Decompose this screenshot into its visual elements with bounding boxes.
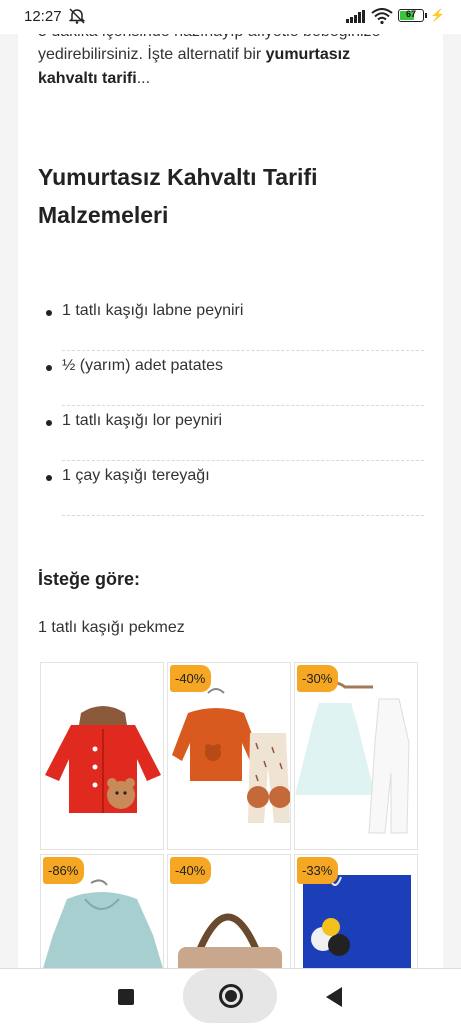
status-bar: 12:27 67 ⚡ [0,0,461,34]
list-item: 1 tatlı kaşığı lor peyniri [46,406,424,461]
ad-product-tile[interactable]: -30% [294,662,418,850]
intro-line: kahvaltı tarifi... [38,70,151,87]
battery-icon: 67 [398,9,424,22]
ingredient-list: 1 tatlı kaşığı labne peyniri ½ (yarım) a… [38,296,424,516]
discount-badge: -40% [170,665,212,692]
ad-product-tile[interactable] [40,662,164,850]
intro-bold-link: kahvaltı tarifi [38,70,137,87]
back-icon[interactable] [326,987,342,1007]
system-nav-bar [0,968,461,1025]
intro-line: yedirebilirsiniz. İşte alternatif bir yu… [38,46,351,63]
status-time: 12:27 [24,8,62,25]
discount-badge: -86% [43,857,85,884]
ad-product-tile[interactable]: -40% [167,662,291,850]
ad-product-tile[interactable]: -86% [40,854,164,972]
optional-item: 1 tatlı kaşığı pekmez [38,619,185,636]
mute-icon [68,8,86,29]
recent-apps-icon[interactable] [118,989,134,1005]
battery-level: 67 [405,9,416,19]
discount-badge: -40% [170,857,212,884]
red-coat-image [45,706,161,813]
charging-icon: ⚡ [430,8,445,22]
section-heading: Yumurtasız Kahvaltı Tarifi Malzemeleri [38,164,318,228]
discount-badge: -30% [297,665,339,692]
ad-product-tile[interactable]: -40% [167,854,291,972]
signal-icon [346,10,366,28]
list-item: 1 çay kaşığı tereyağı [46,461,424,516]
discount-badge: -33% [297,857,339,884]
ad-banner[interactable]: ⓘ ✕ -40% -30% [40,662,422,972]
optional-heading: İsteğe göre: [38,569,141,589]
list-item: 1 tatlı kaşığı labne peyniri [46,296,424,351]
ad-product-tile[interactable]: -33% [294,854,418,972]
wifi-icon [371,8,393,29]
intro-bold-link: yumurtasız [265,46,351,63]
list-item: ½ (yarım) adet patates [46,351,424,406]
